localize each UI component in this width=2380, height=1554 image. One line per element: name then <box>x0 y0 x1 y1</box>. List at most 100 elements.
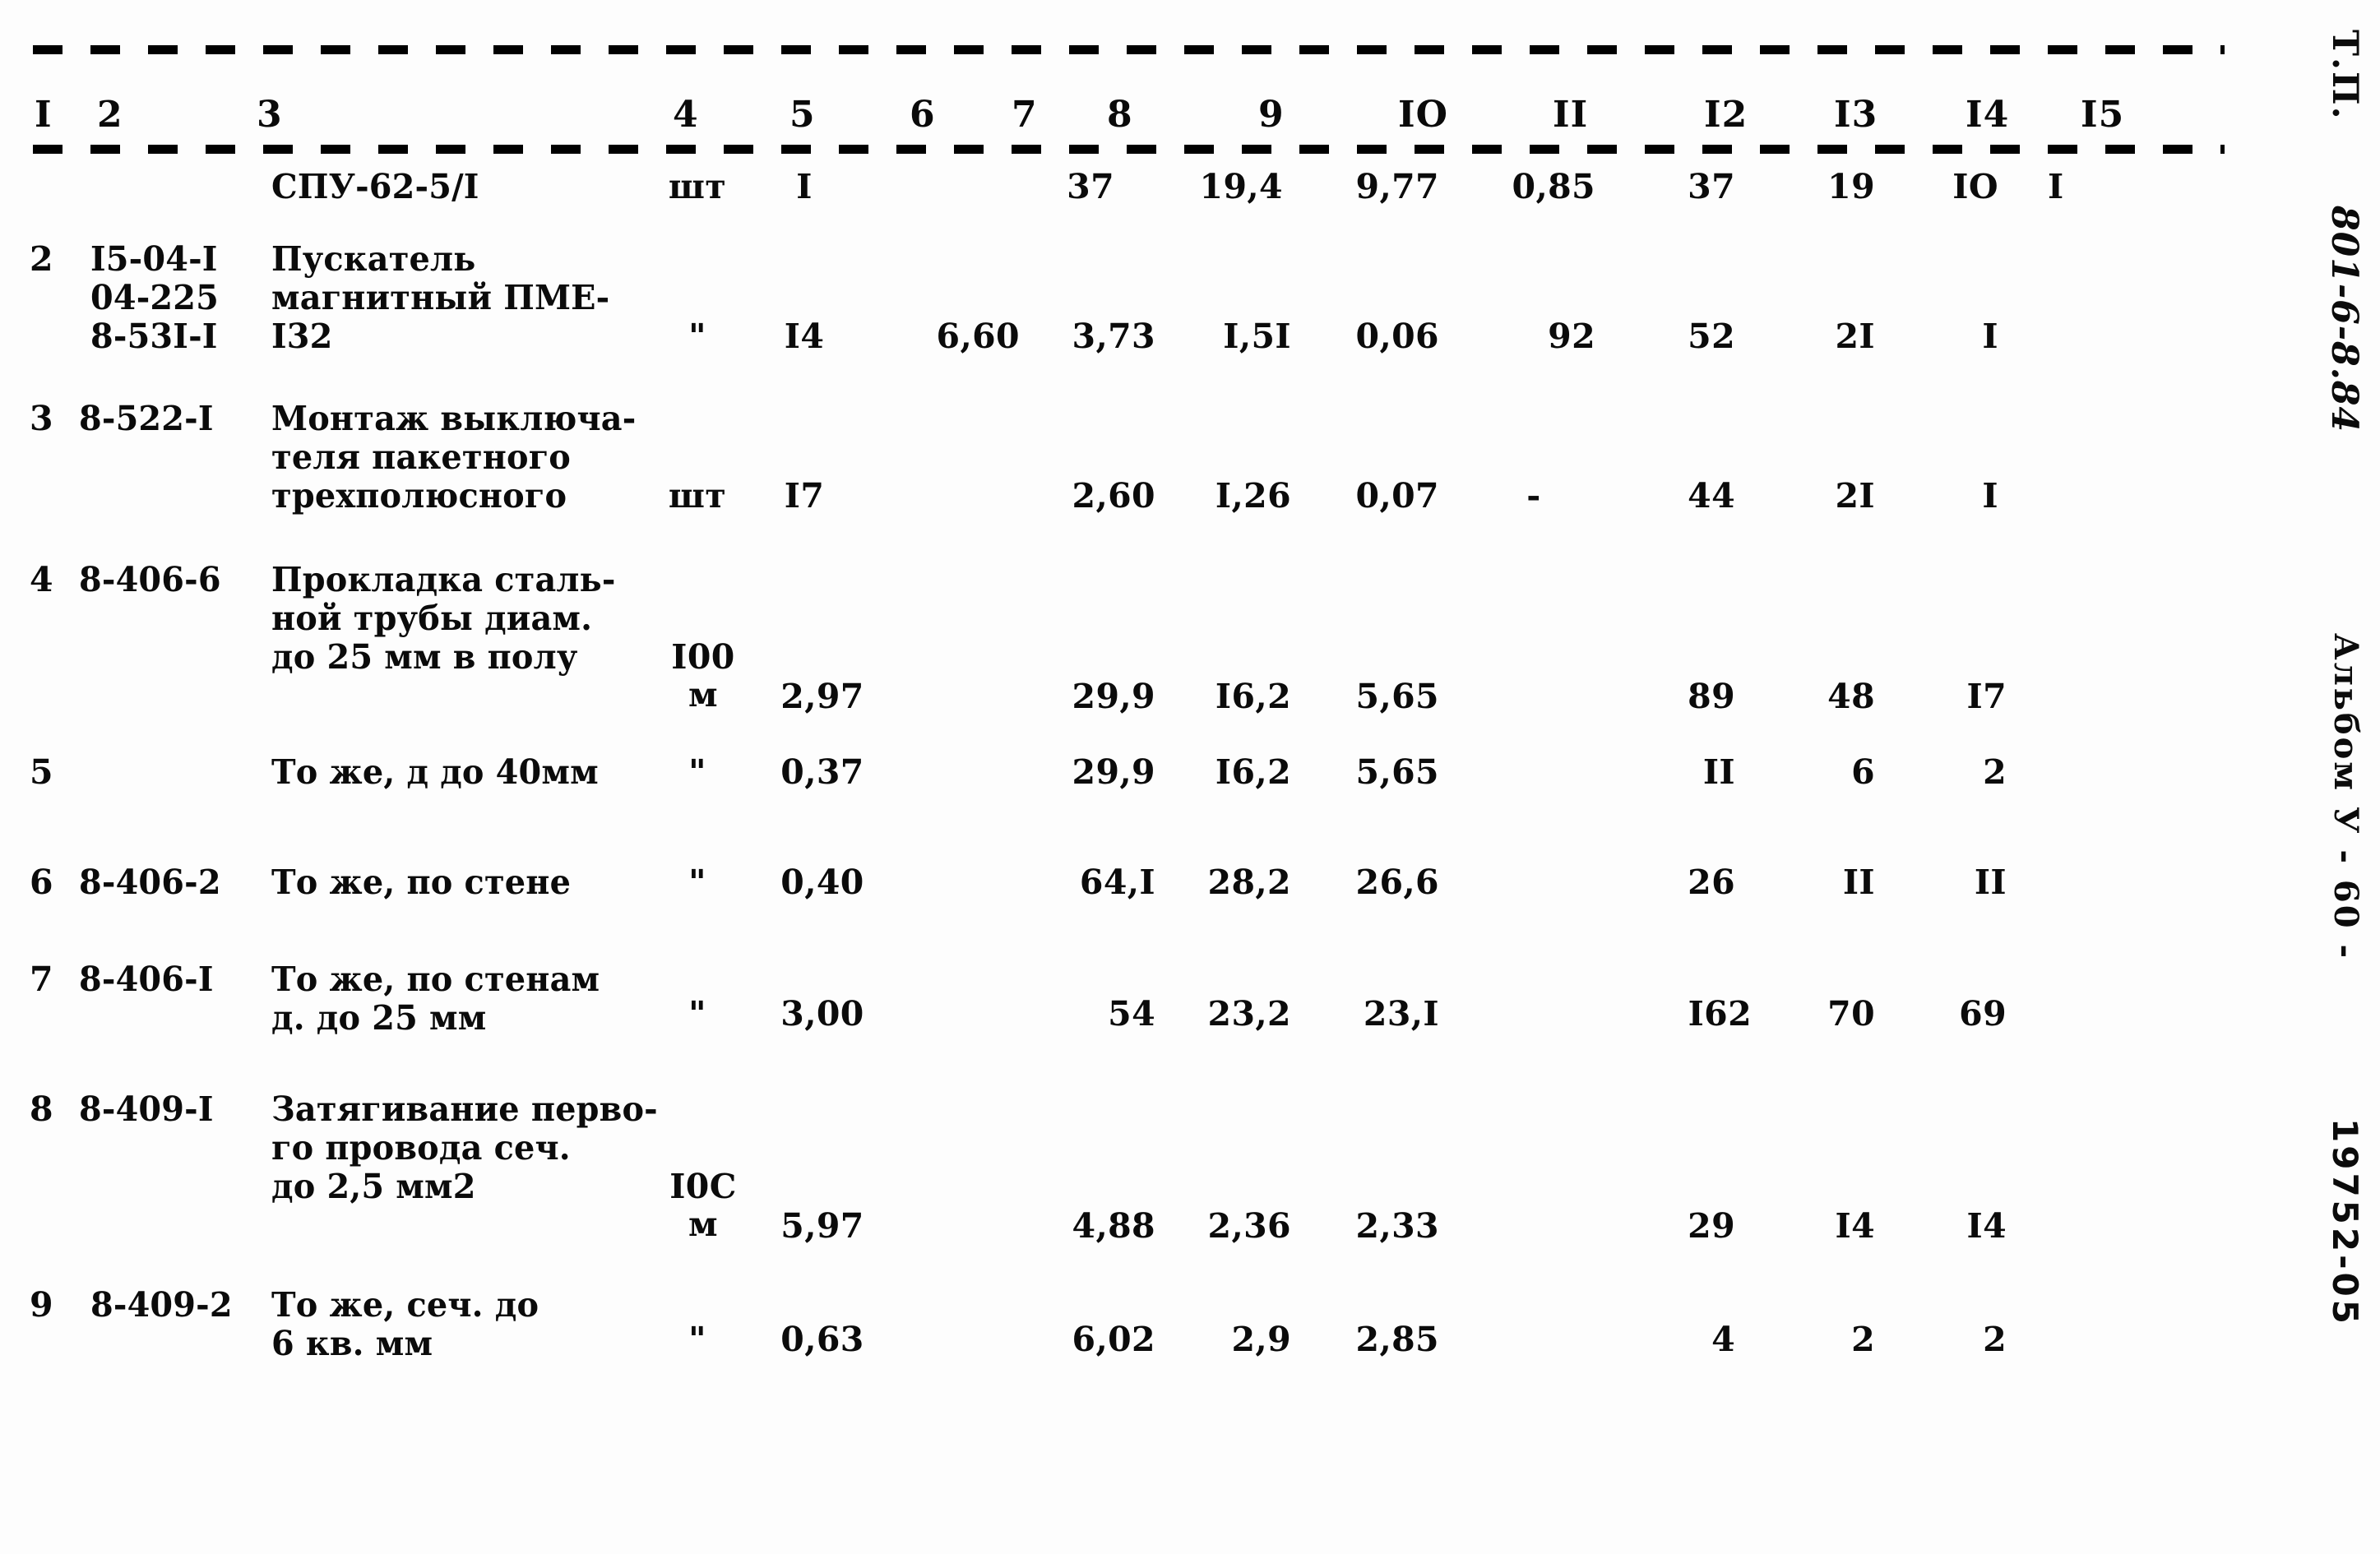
row-6-unit: " <box>688 863 706 902</box>
table-row[interactable]: 2 I5-04-I 04-225 8-53I-I Пускатель магни… <box>0 225 2237 386</box>
row-4-description-line-3: до 25 мм в полу <box>271 637 578 677</box>
row-3-col13: 2I <box>1835 476 1875 516</box>
row-5-index: 5 <box>30 752 53 792</box>
table-row[interactable]: СПУ-62-5/I шт I 37 19,4 9,77 0,85 37 19 … <box>0 161 2237 225</box>
column-header-10: IO <box>1398 94 1448 136</box>
column-header-13: I3 <box>1834 94 1878 136</box>
table-top-rule <box>33 45 2225 54</box>
column-header-15: I5 <box>2081 94 2125 136</box>
column-header-3: 3 <box>257 94 283 136</box>
table-row[interactable]: 4 8-406-6 Прокладка сталь- ной трубы диа… <box>0 548 2237 745</box>
table-row[interactable]: 3 8-522-I Монтаж выключа- теля пакетного… <box>0 386 2237 548</box>
row-8-col10: 2,33 <box>1355 1206 1439 1246</box>
row-7-col12: I62 <box>1688 994 1752 1034</box>
row-3-col9: I,26 <box>1215 476 1291 516</box>
row-3-code: 8-522-I <box>79 399 214 438</box>
row-2-code-line-3: 8-53I-I <box>90 317 218 356</box>
row-1-col15: I <box>2048 167 2064 206</box>
column-header-2: 2 <box>97 94 123 136</box>
row-2-col9: I,5I <box>1223 317 1291 356</box>
row-2-description-line-3: I32 <box>271 317 333 356</box>
row-4-col10: 5,65 <box>1355 677 1439 716</box>
row-9-col13: 2 <box>1851 1320 1875 1359</box>
row-3-col10: 0,07 <box>1355 476 1439 516</box>
row-8-col12: 29 <box>1688 1206 1735 1246</box>
row-6-col10: 26,6 <box>1355 863 1439 902</box>
row-1-description-line-1: СПУ-62-5/I <box>271 167 479 206</box>
row-8-code: 8-409-I <box>79 1089 214 1129</box>
row-1-col9: 19,4 <box>1199 167 1283 206</box>
row-5-col10: 5,65 <box>1355 752 1439 792</box>
table-row[interactable]: 8 8-409-I Затягивание перво- го провода … <box>0 1071 2237 1271</box>
row-6-col8: 64,I <box>1079 863 1155 902</box>
table-body: СПУ-62-5/I шт I 37 19,4 9,77 0,85 37 19 … <box>0 161 2237 1394</box>
row-3-col8: 2,60 <box>1072 476 1155 516</box>
margin-archive-code: 19752-05 <box>2325 1118 2365 1327</box>
row-9-index: 9 <box>30 1285 53 1325</box>
row-4-col8: 29,9 <box>1072 677 1155 716</box>
row-8-description-line-3: до 2,5 мм2 <box>271 1167 476 1206</box>
column-header-1: I <box>35 94 53 136</box>
row-3-unit: шт <box>668 476 727 516</box>
margin-tp-label: Т.П. <box>2324 30 2365 121</box>
row-4-unit: I00 м <box>671 637 735 715</box>
row-8-unit: I0С м <box>669 1167 737 1244</box>
row-9-description-line-2: 6 кв. мм <box>271 1324 433 1363</box>
table-row[interactable]: 6 8-406-2 То же, по стене " 0,40 64,I 28… <box>0 844 2237 947</box>
row-2-col14: I <box>1982 317 1998 356</box>
column-header-11: II <box>1553 94 1589 136</box>
row-4-description-line-1: Прокладка сталь- <box>271 560 616 599</box>
row-7-col13: 70 <box>1827 994 1875 1034</box>
row-2-unit: " <box>688 317 706 356</box>
row-2-description-line-1: Пускатель <box>271 239 476 279</box>
row-7-code: 8-406-I <box>79 960 214 999</box>
row-5-unit: " <box>688 752 706 792</box>
page-right-margin: Т.П. 801-6-8.84 Альбом У - 60 - 19752-05 <box>2227 0 2380 1554</box>
row-9-unit: " <box>688 1320 706 1359</box>
row-7-description-line-2: д. до 25 мм <box>271 998 487 1038</box>
table-column-header-row: I 2 3 4 5 6 7 8 9 IO II I2 I3 I4 I5 <box>0 97 2237 148</box>
row-2-col7: 6,60 <box>936 317 1020 356</box>
row-9-col9: 2,9 <box>1231 1320 1291 1359</box>
row-4-col13: 48 <box>1827 677 1875 716</box>
row-7-col9: 23,2 <box>1207 994 1291 1034</box>
row-3-col14: I <box>1982 476 1998 516</box>
margin-album-label: Альбом У - 60 - <box>2327 633 2365 961</box>
row-3-index: 3 <box>30 399 53 438</box>
row-7-col10: 23,I <box>1363 994 1439 1034</box>
table-row[interactable]: 9 8-409-2 То же, сеч. до 6 кв. мм " 0,63… <box>0 1271 2237 1394</box>
row-8-col9: 2,36 <box>1207 1206 1291 1246</box>
row-1-col14: IO <box>1952 167 1998 206</box>
table-row[interactable]: 7 8-406-I То же, по стенам д. до 25 мм "… <box>0 947 2237 1071</box>
row-1-col5: I <box>796 167 813 206</box>
column-header-8: 8 <box>1107 94 1133 136</box>
row-2-col12: 52 <box>1688 317 1735 356</box>
row-6-description-line-1: То же, по стене <box>271 863 572 902</box>
table-row[interactable]: 5 То же, д до 40мм " 0,37 29,9 I6,2 5,65… <box>0 745 2237 844</box>
row-9-col10: 2,85 <box>1355 1320 1439 1359</box>
row-4-index: 4 <box>30 560 53 599</box>
scanned-page: I 2 3 4 5 6 7 8 9 IO II I2 I3 I4 I5 СПУ-… <box>0 0 2380 1554</box>
row-5-col12: II <box>1702 752 1735 792</box>
row-6-col14: II <box>1974 863 2007 902</box>
row-2-index: 2 <box>30 239 53 279</box>
row-5-col9: I6,2 <box>1215 752 1291 792</box>
row-2-code-line-2: 04-225 <box>90 278 220 317</box>
row-6-col5: 0,40 <box>780 863 864 902</box>
row-3-description-line-3: трехполюсного <box>271 476 567 516</box>
row-8-description-line-2: го провода сеч. <box>271 1128 571 1168</box>
row-5-col13: 6 <box>1851 752 1875 792</box>
row-7-description-line-1: То же, по стенам <box>271 960 600 999</box>
row-4-description-line-2: ной трубы диам. <box>271 599 593 638</box>
row-9-code: 8-409-2 <box>90 1285 233 1325</box>
row-4-col5: 2,97 <box>780 677 864 716</box>
row-2-col10: 0,06 <box>1355 317 1439 356</box>
row-6-index: 6 <box>30 863 53 902</box>
row-2-col5: I4 <box>784 317 825 356</box>
row-9-col8: 6,02 <box>1072 1320 1155 1359</box>
column-header-12: I2 <box>1704 94 1748 136</box>
row-1-col11: 0,85 <box>1512 167 1595 206</box>
column-header-9: 9 <box>1258 94 1285 136</box>
row-7-col5: 3,00 <box>780 994 864 1034</box>
row-5-col14: 2 <box>1983 752 2007 792</box>
